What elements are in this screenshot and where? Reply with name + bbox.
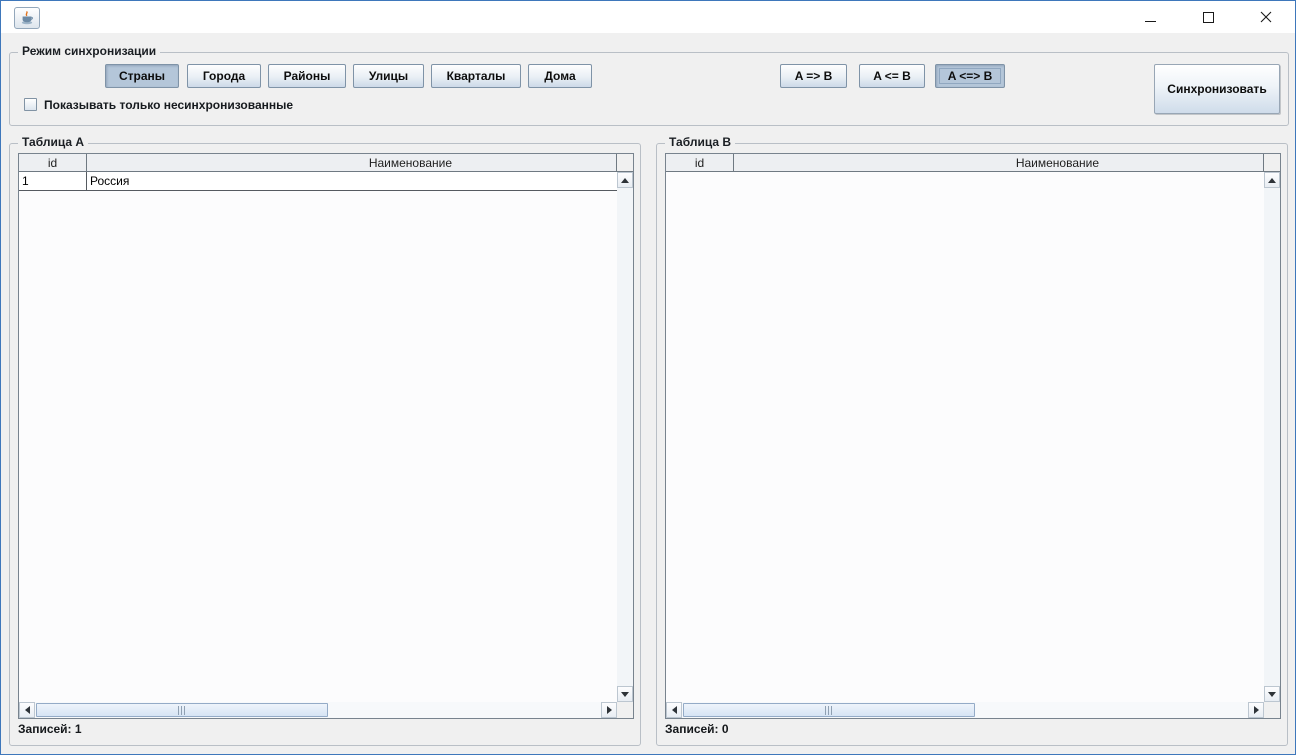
arrow-up-icon (621, 178, 629, 183)
cell-id: 1 (19, 172, 87, 190)
scrollbar-thumb[interactable] (683, 703, 975, 717)
checkbox-label: Показывать только несинхронизованные (44, 98, 293, 112)
table-row[interactable]: 1Россия (19, 172, 617, 191)
entity-button-goroda[interactable]: Города (187, 64, 261, 88)
entity-button-doma[interactable]: Дома (528, 64, 592, 88)
table-a-scrollpane: id Наименование 1Россия (18, 153, 634, 719)
sync-mode-panel-title: Режим синхронизации (18, 44, 160, 58)
title-bar (1, 1, 1295, 33)
checkbox-box-icon (24, 98, 37, 111)
app-window: Режим синхронизации Страны Города Районы… (0, 0, 1296, 755)
scroll-up-button[interactable] (1264, 172, 1280, 188)
synchronize-button[interactable]: Синхронизовать (1154, 64, 1280, 114)
arrow-left-icon (25, 706, 30, 714)
table-b-body[interactable] (666, 172, 1264, 702)
content-area: Режим синхронизации Страны Города Районы… (1, 33, 1295, 754)
maximize-icon (1203, 12, 1214, 23)
direction-button-b-to-a[interactable]: A <= B (859, 64, 925, 88)
table-a-body[interactable]: 1Россия (19, 172, 617, 702)
direction-button-a-to-b[interactable]: A => B (780, 64, 847, 88)
cell-name: Россия (87, 172, 617, 190)
window-controls (1121, 1, 1295, 33)
table-b-horizontal-scrollbar[interactable] (666, 702, 1264, 718)
table-a-horizontal-scrollbar[interactable] (19, 702, 617, 718)
java-app-icon[interactable] (14, 7, 40, 29)
minimize-icon (1145, 21, 1156, 22)
table-a-header-corner (617, 154, 633, 172)
scroll-right-button[interactable] (601, 702, 617, 718)
show-unsynced-checkbox[interactable]: Показывать только несинхронизованные (24, 97, 293, 112)
scroll-down-button[interactable] (1264, 686, 1280, 702)
thumb-grip-icon (825, 706, 833, 715)
table-b-panel: Таблица B id Наименование (656, 143, 1288, 746)
scrollpane-corner (617, 702, 633, 718)
entity-button-strany[interactable]: Страны (105, 64, 179, 88)
table-b-header-corner (1264, 154, 1280, 172)
table-a-panel: Таблица A id Наименование 1Россия (9, 143, 641, 746)
scroll-right-button[interactable] (1248, 702, 1264, 718)
table-a-vertical-scrollbar[interactable] (617, 172, 633, 702)
scroll-up-button[interactable] (617, 172, 633, 188)
scroll-down-button[interactable] (617, 686, 633, 702)
table-b-scrollpane: id Наименование (665, 153, 1281, 719)
arrow-down-icon (621, 692, 629, 697)
table-a-records-count: Записей: 1 (18, 722, 82, 736)
close-button[interactable] (1237, 1, 1295, 33)
java-cup-icon (19, 10, 35, 26)
table-a-title: Таблица A (18, 135, 88, 149)
scroll-left-button[interactable] (666, 702, 682, 718)
arrow-right-icon (607, 706, 612, 714)
entity-button-ulitsy[interactable]: Улицы (353, 64, 424, 88)
entity-button-rayony[interactable]: Районы (268, 64, 346, 88)
arrow-up-icon (1268, 178, 1276, 183)
table-b-vertical-scrollbar[interactable] (1264, 172, 1280, 702)
table-b-records-count: Записей: 0 (665, 722, 729, 736)
arrow-left-icon (672, 706, 677, 714)
sync-mode-panel: Режим синхронизации Страны Города Районы… (9, 52, 1289, 126)
scrollbar-track[interactable] (682, 702, 1248, 718)
close-icon (1260, 11, 1272, 23)
table-b-header-name[interactable]: Наименование (734, 154, 1264, 172)
scroll-left-button[interactable] (19, 702, 35, 718)
table-b-header-id[interactable]: id (666, 154, 734, 172)
table-b-title: Таблица B (665, 135, 735, 149)
scrollbar-thumb[interactable] (36, 703, 328, 717)
arrow-down-icon (1268, 692, 1276, 697)
minimize-button[interactable] (1121, 1, 1179, 33)
table-a-header-name[interactable]: Наименование (87, 154, 617, 172)
direction-button-both[interactable]: A <=> B (935, 64, 1005, 88)
table-b-header: id Наименование (666, 154, 1280, 172)
entity-button-kvartaly[interactable]: Кварталы (431, 64, 521, 88)
scrollbar-track[interactable] (35, 702, 601, 718)
scrollpane-corner (1264, 702, 1280, 718)
table-a-header-id[interactable]: id (19, 154, 87, 172)
arrow-right-icon (1254, 706, 1259, 714)
thumb-grip-icon (178, 706, 186, 715)
maximize-button[interactable] (1179, 1, 1237, 33)
table-a-header: id Наименование (19, 154, 633, 172)
